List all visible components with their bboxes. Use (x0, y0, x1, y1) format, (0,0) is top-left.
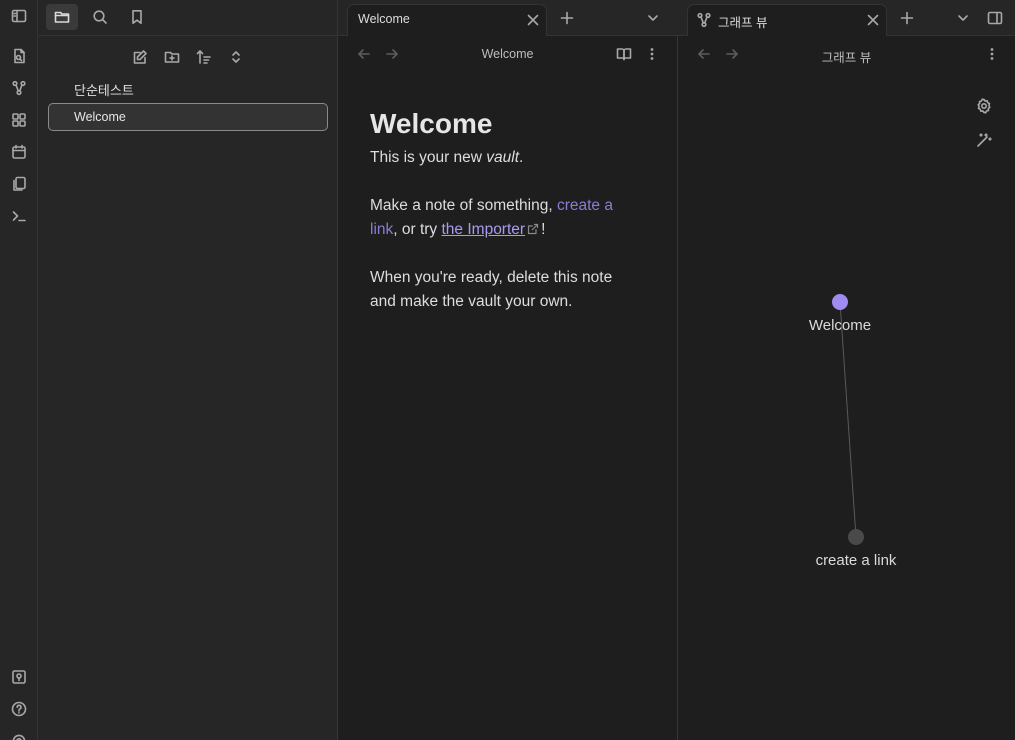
chevron-down-icon[interactable] (950, 5, 976, 31)
command-palette-icon[interactable] (6, 203, 32, 229)
graph-settings-icon[interactable] (971, 93, 997, 119)
note-pane-header: Welcome (338, 36, 677, 72)
tab-graph-view[interactable]: 그래프 뷰 (687, 4, 887, 36)
note-paragraph-2: Make a note of something, create a link,… (370, 194, 640, 242)
new-tab-icon[interactable] (894, 5, 920, 31)
file-item-welcome[interactable]: Welcome (48, 103, 328, 131)
note-content[interactable]: Welcome This is your new vault. Make a n… (370, 106, 640, 338)
text: Make a note of something, (370, 197, 557, 214)
graph-node-label: Welcome (809, 317, 871, 334)
settings-icon[interactable] (6, 728, 32, 740)
tab-welcome[interactable]: Welcome (347, 4, 547, 36)
daily-note-icon[interactable] (6, 139, 32, 165)
graph-node-create-a-link[interactable] (848, 529, 864, 545)
templates-icon[interactable] (6, 171, 32, 197)
new-folder-icon[interactable] (158, 44, 186, 70)
emphasis-text: vault (486, 149, 520, 166)
reading-view-icon[interactable] (611, 41, 637, 67)
text: This is your new (370, 149, 487, 166)
more-options-icon[interactable] (639, 41, 665, 67)
bookmark-icon[interactable] (121, 4, 153, 30)
close-icon[interactable] (863, 10, 883, 30)
new-tab-icon[interactable] (554, 5, 580, 31)
search-icon[interactable] (84, 4, 116, 30)
canvas-icon[interactable] (6, 107, 32, 133)
tab-title: Welcome (358, 12, 410, 26)
graph-canvas[interactable]: Welcome create a link (678, 36, 1015, 740)
graph-pane: 그래프 뷰 Welcome create a link (678, 36, 1015, 740)
graph-icon (694, 10, 714, 30)
sidebar-toggle-icon[interactable] (6, 3, 32, 29)
note-pane: Welcome Welcome This is your new vault. … (338, 36, 678, 740)
folder-item[interactable]: 단순테스트 (74, 80, 134, 99)
sort-icon[interactable] (190, 44, 218, 70)
right-sidebar-toggle-icon[interactable] (982, 5, 1008, 31)
graph-node-label: create a link (816, 552, 897, 569)
left-tab-strip: Welcome (338, 0, 678, 36)
left-sidebar: 단순테스트 Welcome (38, 0, 338, 740)
sidebar-tab-bar (38, 0, 338, 36)
animate-wand-icon[interactable] (971, 127, 997, 153)
help-icon[interactable] (6, 696, 32, 722)
file-nav-buttons (38, 44, 338, 70)
text: ! (541, 221, 546, 238)
note-heading: Welcome (370, 108, 493, 139)
note-paragraph-1: This is your new vault. (370, 146, 640, 170)
folder-icon[interactable] (46, 4, 78, 30)
external-link-importer[interactable]: the Importer (442, 221, 526, 238)
text: , or try (393, 221, 442, 238)
graph-node-welcome[interactable] (832, 294, 848, 310)
graph-edge (839, 301, 857, 538)
tab-title: 그래프 뷰 (718, 16, 768, 30)
close-icon[interactable] (523, 10, 543, 30)
vault-icon[interactable] (6, 664, 32, 690)
text: . (519, 149, 524, 166)
expand-collapse-icon[interactable] (222, 44, 250, 70)
external-link-icon (527, 223, 539, 235)
note-paragraph-3: When you're ready, delete this note and … (370, 269, 613, 310)
graph-icon[interactable] (6, 75, 32, 101)
right-tab-strip: 그래프 뷰 (678, 0, 1015, 36)
ribbon (0, 0, 38, 740)
new-note-icon[interactable] (126, 44, 154, 70)
open-quick-switcher-icon[interactable] (6, 43, 32, 69)
chevron-down-icon[interactable] (640, 5, 666, 31)
